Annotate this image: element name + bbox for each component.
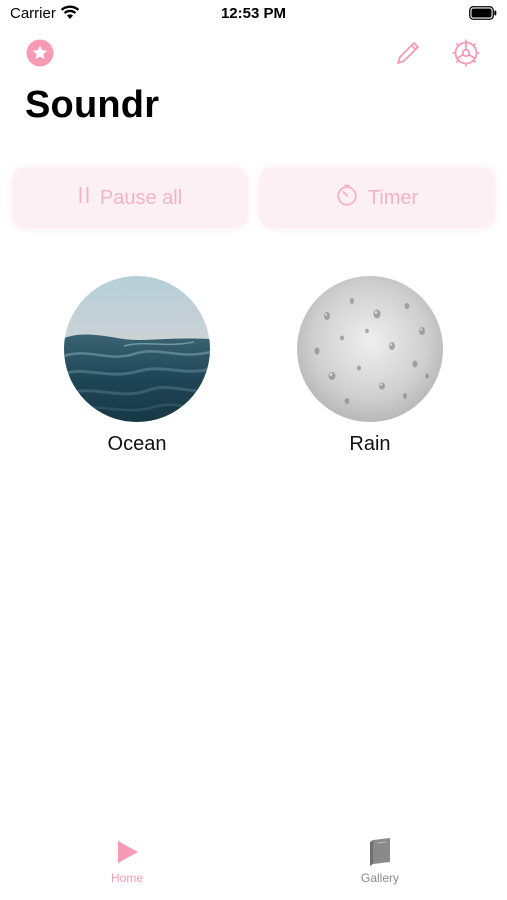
status-time: 12:53 PM: [220, 5, 287, 22]
tab-home-label: Home: [110, 871, 143, 885]
book-icon: [330, 836, 430, 868]
pencil-icon: [397, 42, 419, 64]
rain-image: [297, 276, 443, 422]
timer-icon: [336, 184, 358, 212]
battery-icon: [469, 6, 497, 25]
status-bar: Carrier 12:53 PM: [0, 0, 507, 28]
favorites-button[interactable]: [26, 39, 54, 67]
pause-all-label: Pause all: [99, 186, 183, 209]
sound-tile-ocean[interactable]: Ocean: [57, 276, 217, 456]
sound-label-ocean: Ocean: [107, 433, 167, 455]
pause-icon: [78, 186, 90, 210]
settings-button[interactable]: [451, 38, 481, 68]
tab-bar: Home Gallery: [0, 830, 507, 900]
ocean-image: [64, 276, 210, 422]
timer-button[interactable]: Timer: [260, 168, 494, 228]
page-title: Soundr: [25, 84, 160, 126]
edit-button[interactable]: [395, 40, 421, 66]
timer-label: Timer: [367, 186, 419, 209]
sound-label-rain: Rain: [349, 433, 391, 455]
pause-all-button[interactable]: Pause all: [13, 168, 247, 228]
play-icon: [77, 836, 177, 868]
tab-home[interactable]: Home: [77, 830, 177, 885]
sound-tile-rain[interactable]: Rain: [290, 276, 450, 456]
gear-icon: [452, 39, 480, 67]
tab-gallery-label: Gallery: [360, 871, 399, 885]
star-icon: [26, 39, 54, 67]
tab-gallery[interactable]: Gallery: [330, 830, 430, 885]
